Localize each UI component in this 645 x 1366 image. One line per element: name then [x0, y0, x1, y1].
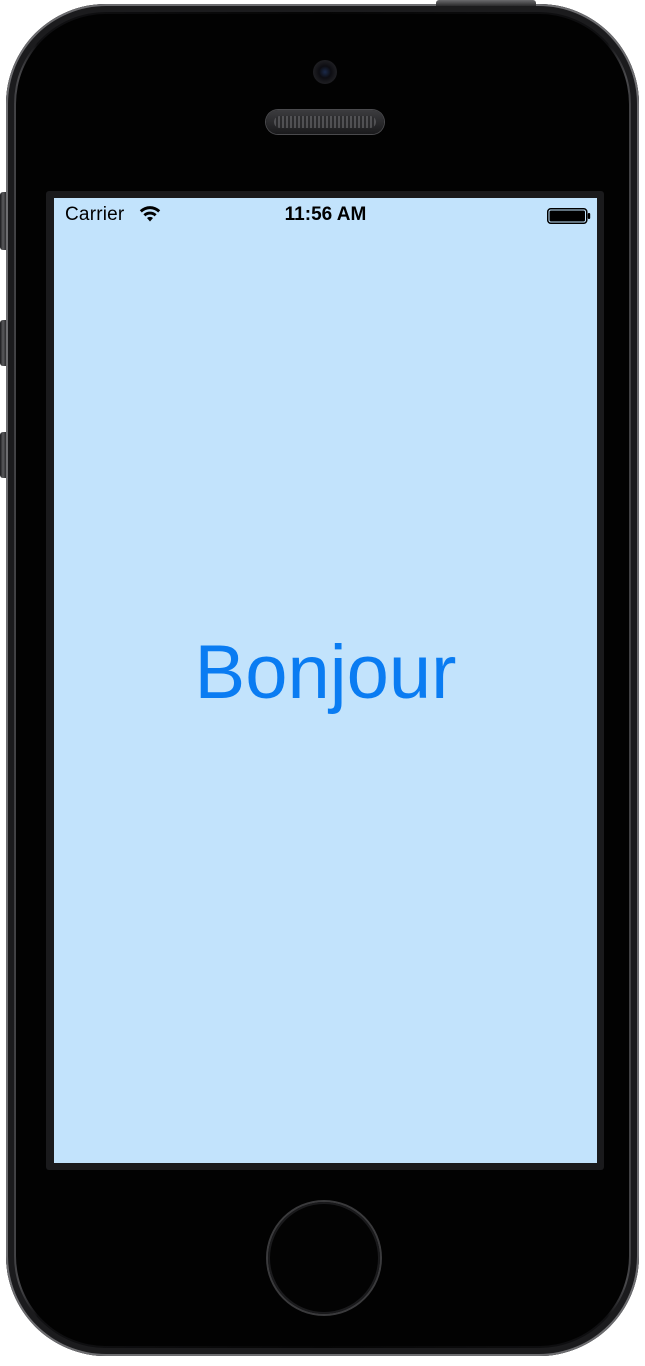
- power-button: [436, 0, 536, 6]
- greeting-label: Bonjour: [194, 630, 457, 715]
- home-button[interactable]: [268, 1202, 380, 1314]
- status-time: 11:56 AM: [284, 204, 367, 225]
- battery-icon: [547, 208, 591, 224]
- status-bar: Carrier 11:56 AM: [54, 198, 597, 232]
- front-camera-icon: [313, 60, 337, 84]
- earpiece-speaker-icon: [266, 110, 384, 134]
- silent-switch: [0, 192, 6, 250]
- volume-up-button: [0, 320, 6, 366]
- volume-down-button: [0, 432, 6, 478]
- app-screen: Carrier 11:56 AM Bonjour: [54, 198, 597, 1163]
